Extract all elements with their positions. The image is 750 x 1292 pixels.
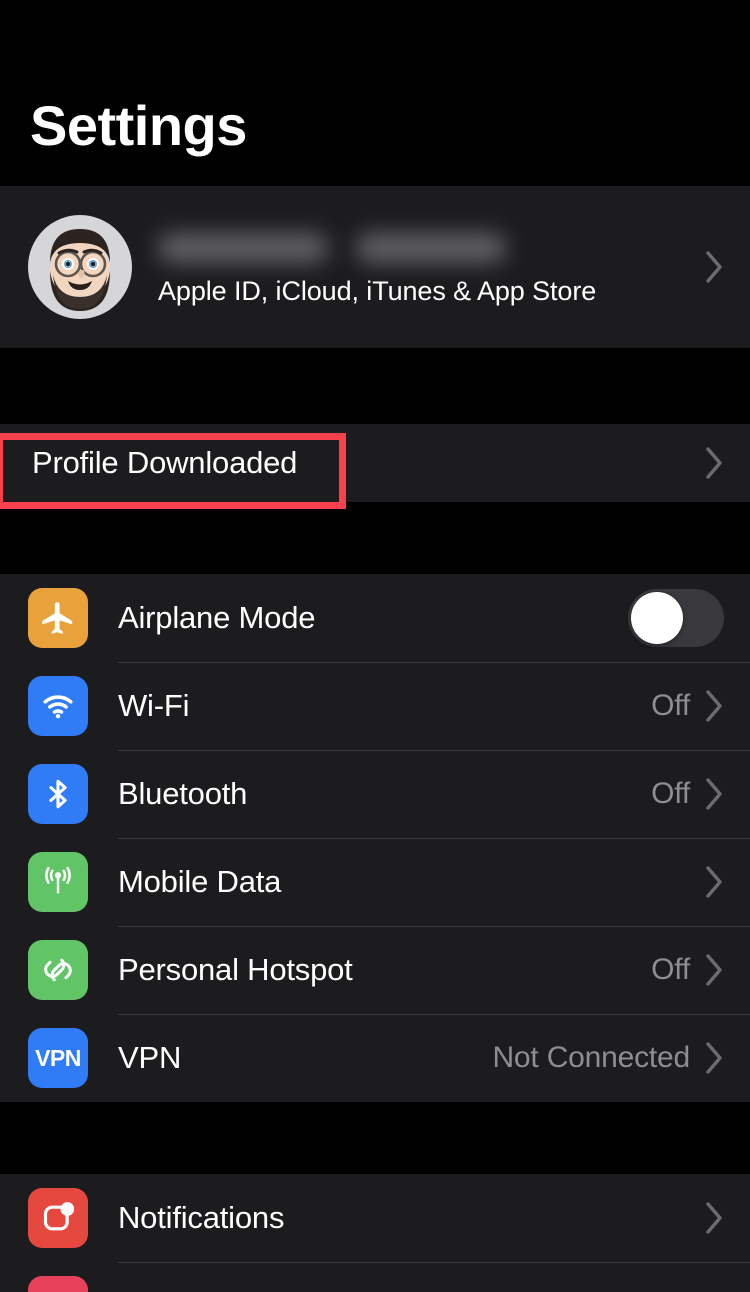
section-gap-3	[0, 1102, 750, 1174]
row-label: Mobile Data	[118, 864, 282, 899]
apple-id-subtitle: Apple ID, iCloud, iTunes & App Store	[158, 275, 597, 306]
wifi-icon	[28, 676, 88, 736]
row-sounds-haptics-partial[interactable]	[0, 1262, 750, 1292]
row-label: VPN	[118, 1040, 182, 1075]
row-label: Bluetooth	[118, 776, 248, 811]
chevron-right-icon	[706, 1202, 724, 1234]
row-value: Off	[651, 689, 690, 722]
profile-downloaded-row[interactable]: Profile Downloaded	[0, 424, 750, 502]
name-blur-last	[356, 232, 506, 263]
sounds-haptics-icon	[28, 1276, 88, 1292]
row-value: Off	[651, 777, 690, 810]
row-wifi[interactable]: Wi-Fi Off	[0, 662, 750, 750]
row-mobile-data[interactable]: Mobile Data	[0, 838, 750, 926]
row-label: Airplane Mode	[118, 600, 316, 635]
profile-text: Apple ID, iCloud, iTunes & App Store	[158, 228, 690, 307]
chevron-right-icon	[706, 447, 724, 479]
vpn-icon: VPN	[28, 1028, 88, 1088]
name-blur-first	[158, 232, 328, 263]
chevron-right-icon	[706, 866, 724, 898]
account-name-redacted	[158, 228, 690, 268]
chevron-right-icon	[706, 251, 724, 283]
row-value: Off	[651, 953, 690, 986]
mobile-data-icon	[28, 852, 88, 912]
row-value: Not Connected	[492, 1041, 690, 1074]
section-gap-2	[0, 502, 750, 574]
row-vpn[interactable]: VPN VPN Not Connected	[0, 1014, 750, 1102]
chevron-right-icon	[706, 690, 724, 722]
page-title: Settings	[30, 94, 247, 157]
profile-section: Apple ID, iCloud, iTunes & App Store	[0, 186, 750, 348]
row-label: Wi-Fi	[118, 688, 190, 723]
airplane-mode-toggle[interactable]	[628, 589, 724, 647]
profile-downloaded-label: Profile Downloaded	[32, 445, 298, 480]
connectivity-section: Airplane Mode Wi-Fi Off Bluetooth Off Mo…	[0, 574, 750, 1102]
row-label: Notifications	[118, 1200, 285, 1235]
toggle-knob	[631, 592, 683, 644]
settings-screen: Settings Apple ID, iCloud, iTunes & App …	[0, 0, 750, 1292]
apple-id-row[interactable]: Apple ID, iCloud, iTunes & App Store	[0, 186, 750, 348]
title-bar: Settings	[0, 0, 750, 186]
row-bluetooth[interactable]: Bluetooth Off	[0, 750, 750, 838]
row-personal-hotspot[interactable]: Personal Hotspot Off	[0, 926, 750, 1014]
profile-downloaded-section: Profile Downloaded	[0, 424, 750, 502]
chevron-right-icon	[706, 954, 724, 986]
row-notifications[interactable]: Notifications	[0, 1174, 750, 1262]
row-label: Personal Hotspot	[118, 952, 353, 987]
hotspot-link-icon	[28, 940, 88, 1000]
notifications-icon	[28, 1188, 88, 1248]
chevron-right-icon	[706, 778, 724, 810]
notifications-section: Notifications	[0, 1174, 750, 1292]
chevron-right-icon	[706, 1042, 724, 1074]
bluetooth-icon	[28, 764, 88, 824]
section-gap-1	[0, 348, 750, 424]
row-airplane-mode[interactable]: Airplane Mode	[0, 574, 750, 662]
airplane-icon	[28, 588, 88, 648]
vpn-icon-label: VPN	[35, 1044, 81, 1071]
memoji-avatar	[28, 215, 132, 319]
